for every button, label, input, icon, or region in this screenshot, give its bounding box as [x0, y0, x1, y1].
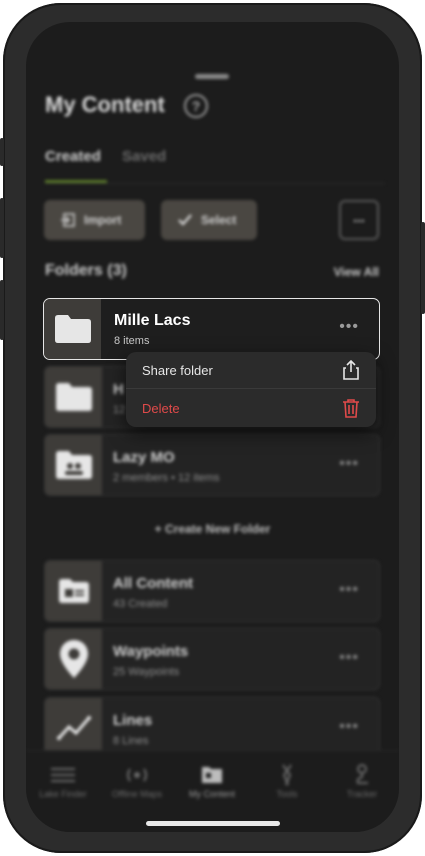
tab-tools[interactable]: Tools [250, 761, 324, 799]
import-icon [61, 213, 75, 227]
map-pin-icon [45, 629, 102, 689]
share-folder-label: Share folder [142, 362, 213, 378]
tab-lake-finder[interactable]: Lake Finder [26, 761, 100, 799]
tab-my-content[interactable]: My Content [175, 761, 249, 799]
active-tab-indicator [45, 180, 107, 183]
folder-meta: 12 [113, 404, 126, 416]
tab-saved[interactable]: Saved [122, 148, 166, 165]
category-name: Waypoints [113, 643, 189, 660]
more-dots-icon[interactable]: ••• [339, 649, 359, 667]
category-card-all-content[interactable]: All Content 43 Created ••• [44, 560, 380, 622]
shared-folder-icon [45, 435, 102, 495]
tab-label: Offline Maps [111, 789, 163, 799]
my-content-icon [202, 767, 222, 783]
lake-finder-icon [51, 768, 75, 782]
create-new-folder-button[interactable]: + Create New Folder [26, 522, 399, 536]
tab-tracker[interactable]: Tracker [325, 761, 399, 799]
folder-meta: 8 items [114, 335, 150, 347]
tab-label: Tracker [346, 789, 378, 799]
select-button[interactable]: Select [161, 200, 257, 240]
tracker-icon [356, 764, 368, 784]
all-content-icon [45, 561, 102, 621]
category-meta: 25 Waypoints [113, 666, 180, 678]
folder-name: H [113, 381, 124, 398]
folders-heading: Folders (3) [45, 262, 127, 279]
folder-card-lazy-mo[interactable]: Lazy MO 2 members • 12 items ••• [44, 434, 380, 496]
category-card-waypoints[interactable]: Waypoints 25 Waypoints ••• [44, 628, 380, 690]
screen: My Content ? Created Saved Import Select… [26, 22, 399, 832]
folder-name: Lazy MO [113, 449, 175, 466]
tab-offline-maps[interactable]: Offline Maps [100, 761, 174, 799]
more-dots-icon[interactable]: ••• [339, 718, 359, 736]
background-content: My Content ? Created Saved Import Select… [26, 22, 399, 832]
delete-label: Delete [142, 401, 180, 416]
import-button[interactable]: Import [44, 200, 145, 240]
select-label: Select [201, 213, 237, 227]
tab-divider [45, 183, 385, 184]
checkmark-icon [178, 214, 192, 226]
more-options-button[interactable]: ... [339, 200, 379, 240]
delete-menu-item[interactable]: Delete [126, 390, 376, 427]
volume-up-button [0, 198, 4, 258]
power-button [421, 222, 425, 314]
share-icon [343, 360, 359, 380]
question-circle-icon[interactable]: ? [184, 94, 208, 118]
category-name: Lines [113, 712, 153, 729]
volume-down-button [0, 280, 4, 340]
tab-label: Lake Finder [39, 789, 87, 799]
selected-folder-card[interactable]: Mille Lacs 8 items ••• [43, 298, 380, 360]
page-title: My Content [45, 92, 165, 117]
more-dots-icon[interactable]: ••• [339, 581, 359, 599]
category-meta: 8 Lines [113, 735, 149, 747]
line-graph-icon [45, 698, 102, 758]
sheet-grabber[interactable] [195, 74, 229, 79]
tools-icon [282, 764, 292, 786]
bottom-tab-bar: Lake Finder Offline Maps My Content Tool… [26, 750, 399, 832]
more-dots-icon[interactable]: ••• [339, 455, 359, 473]
home-indicator [146, 821, 280, 826]
tab-label: Tools [276, 789, 298, 799]
category-name: All Content [113, 575, 193, 592]
silent-switch [0, 138, 4, 166]
import-label: Import [84, 213, 122, 227]
more-dots-icon[interactable]: ••• [339, 318, 359, 336]
folder-icon [45, 367, 102, 427]
offline-maps-icon [127, 768, 147, 782]
folder-name: Mille Lacs [114, 312, 191, 329]
tab-created[interactable]: Created [45, 148, 101, 165]
tab-label: My Content [188, 789, 236, 799]
trash-icon [343, 399, 359, 418]
category-meta: 43 Created [113, 598, 168, 610]
share-folder-menu-item[interactable]: Share folder [126, 352, 376, 389]
folder-meta: 2 members • 12 items [113, 472, 220, 484]
folder-context-menu: Share folder Delete [126, 352, 376, 427]
folder-icon [44, 299, 101, 359]
view-all-link[interactable]: View All [334, 265, 379, 279]
